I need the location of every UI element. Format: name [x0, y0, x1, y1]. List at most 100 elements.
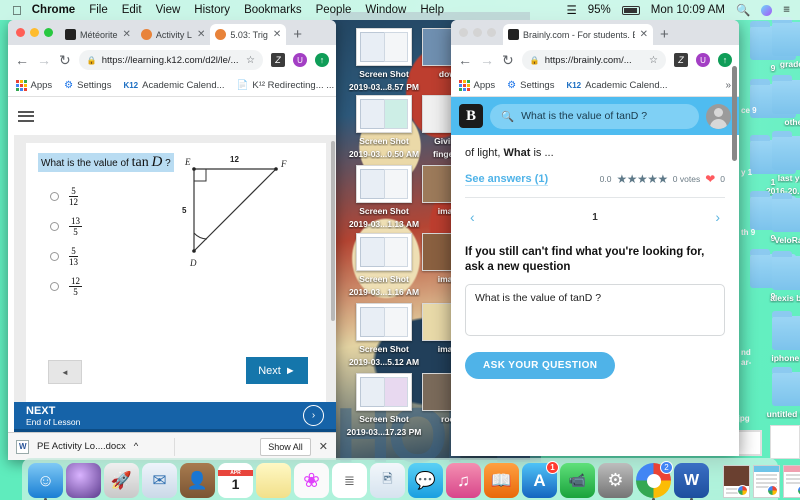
close-icon[interactable]: ✕ — [123, 29, 131, 40]
extension-icon[interactable]: Z — [271, 53, 285, 67]
minimized-window[interactable] — [723, 465, 750, 498]
close-window-button[interactable] — [16, 28, 25, 37]
close-icon[interactable]: ✕ — [640, 29, 648, 40]
system-preferences-icon[interactable]: ⚙ — [598, 463, 633, 498]
photos-icon[interactable]: ❀ — [294, 463, 329, 498]
desktop-folder[interactable]: grade 8 — [757, 17, 800, 69]
previous-button[interactable]: ◄ — [48, 360, 82, 384]
next-lesson-bar[interactable]: NEXT End of Lesson › — [14, 402, 336, 432]
desktop-folder[interactable]: other — [757, 75, 800, 127]
desktop-folder[interactable]: iphone pics — [757, 311, 800, 363]
minimized-window[interactable] — [753, 465, 780, 498]
bookmark-star-icon[interactable]: ☆ — [246, 55, 255, 66]
siri-icon[interactable] — [66, 463, 101, 498]
finder-icon[interactable]: ☺ — [28, 463, 63, 500]
star-rating-icon[interactable]: ★★★★★ — [617, 172, 669, 186]
tab-activity-log[interactable]: Activity L ✕ — [136, 24, 210, 45]
wifi-icon[interactable]: ☰ — [566, 3, 576, 17]
notification-center-icon[interactable]: ≡ — [783, 4, 790, 16]
desktop-icon-screenshot[interactable]: Screen Shot 2019-03...1.16 AM — [340, 233, 428, 297]
pagination-next-icon[interactable]: › — [715, 209, 720, 225]
radio-button[interactable] — [50, 252, 59, 261]
radio-button[interactable] — [50, 192, 59, 201]
notes-icon[interactable] — [256, 463, 291, 498]
ibooks-icon[interactable]: 📖 — [484, 463, 519, 498]
update-icon[interactable]: ↑ — [315, 53, 329, 67]
bookmark-academic-calendar[interactable]: K12 Academic Calend... — [566, 80, 667, 91]
menu-window[interactable]: Window — [365, 4, 406, 16]
desktop-folder[interactable]: last year 2016-20...ool y — [757, 131, 800, 196]
preview-icon[interactable]: 🖻 — [370, 463, 405, 498]
maximize-window-button[interactable] — [44, 28, 53, 37]
user-avatar-icon[interactable] — [706, 103, 731, 129]
bookmark-academic-calendar[interactable]: K12 Academic Calend... — [123, 80, 224, 91]
menubar-clock[interactable]: Mon 10:09 AM — [651, 4, 725, 16]
bookmark-settings[interactable]: ⚙ Settings — [64, 80, 111, 91]
bookmark-redirecting[interactable]: 📄 K¹² Redirecting... ... — [237, 80, 335, 91]
brainly-logo-icon[interactable]: B — [459, 104, 483, 128]
app-store-icon[interactable]: A 1 — [522, 461, 559, 498]
menu-people[interactable]: People — [316, 4, 352, 16]
profile-avatar[interactable]: U — [696, 53, 710, 67]
facetime-icon[interactable]: 📹 — [560, 463, 595, 498]
page-scrollbar[interactable] — [732, 66, 737, 161]
launchpad-icon[interactable]: 🚀 — [104, 463, 139, 498]
calendar-icon[interactable]: APR 1 — [218, 463, 253, 498]
brainly-search-input[interactable]: 🔍 What is the value of tanD ? — [490, 103, 699, 129]
desktop-icon-screenshot[interactable]: Screen Shot 2019-03...5.12 AM — [340, 303, 428, 367]
desktop-folder[interactable]: untitled folder — [757, 367, 800, 419]
hamburger-menu-icon[interactable] — [18, 108, 34, 124]
tab-brainly[interactable]: Brainly.com - For students. By ✕ — [503, 24, 653, 45]
ask-question-textarea[interactable] — [465, 284, 725, 336]
profile-avatar[interactable]: U — [293, 53, 307, 67]
see-answers-link[interactable]: See answers (1) — [465, 173, 549, 186]
desktop-icon-document[interactable] — [770, 425, 800, 459]
radio-button[interactable] — [50, 222, 59, 231]
bookmark-apps[interactable]: Apps — [459, 80, 495, 91]
menu-file[interactable]: File — [89, 4, 108, 16]
update-icon[interactable]: ↑ — [718, 53, 732, 67]
address-bar[interactable]: 🔒 https://learning.k12.com/d2l/le/... ☆ — [78, 50, 263, 70]
window-controls[interactable] — [457, 20, 503, 45]
next-button[interactable]: Next ► — [246, 357, 308, 384]
battery-icon[interactable] — [621, 5, 640, 15]
mail-icon[interactable]: ✉ — [142, 463, 177, 498]
reload-icon[interactable]: ↻ — [502, 52, 514, 69]
messages-icon[interactable]: 💬 — [408, 463, 443, 498]
extension-icon[interactable]: Z — [674, 53, 688, 67]
desktop-icon-screenshot[interactable]: Screen Shot 2019-03...17.23 PM — [340, 373, 428, 437]
tab-trig[interactable]: 5.03: Trig ✕ — [210, 24, 287, 45]
minimize-window-button[interactable] — [30, 28, 39, 37]
ask-your-question-button[interactable]: ASK YOUR QUESTION — [465, 352, 616, 379]
word-icon[interactable]: W — [674, 463, 709, 500]
pagination-prev-icon[interactable]: ‹ — [470, 209, 475, 225]
siri-icon[interactable] — [761, 4, 773, 16]
close-icon[interactable]: ✕ — [273, 29, 281, 40]
menu-help[interactable]: Help — [420, 4, 444, 16]
menu-edit[interactable]: Edit — [122, 4, 142, 16]
maximize-window-button[interactable] — [487, 28, 496, 37]
bookmark-settings[interactable]: ⚙ Settings — [507, 80, 554, 91]
close-icon[interactable]: ✕ — [197, 29, 205, 40]
minimized-window[interactable] — [783, 465, 800, 498]
new-tab-button[interactable]: + — [286, 26, 309, 45]
contacts-icon[interactable]: 👤 — [180, 463, 215, 498]
heart-icon[interactable]: ❤ — [705, 172, 715, 186]
window-controls[interactable] — [14, 20, 60, 45]
itunes-icon[interactable]: ♫ — [446, 463, 481, 498]
page-scrollbar[interactable] — [331, 141, 335, 321]
bookmark-apps[interactable]: Apps — [16, 80, 52, 91]
tab-meteorite[interactable]: Météorite ✕ — [60, 24, 136, 45]
menu-bookmarks[interactable]: Bookmarks — [244, 4, 302, 16]
new-tab-button[interactable]: + — [653, 26, 676, 45]
bookmark-star-icon[interactable]: ☆ — [649, 55, 658, 66]
pagination-current-page[interactable]: 1 — [592, 212, 598, 223]
desktop-icon-screenshot[interactable]: Screen Shot 2019-03...0.50 AM — [340, 95, 428, 159]
spotlight-search-icon[interactable]: 🔍 — [736, 3, 750, 17]
forward-icon[interactable]: → — [480, 52, 494, 68]
desktop-icon-screenshot[interactable]: Screen Shot 2019-03...1.13 AM — [340, 165, 428, 229]
desktop-icon-screenshot[interactable]: Screen Shot 2019-03...8.57 PM — [340, 28, 428, 92]
apple-icon[interactable]:  — [12, 3, 22, 18]
reload-icon[interactable]: ↻ — [59, 52, 71, 69]
close-download-bar-icon[interactable]: ✕ — [319, 440, 328, 453]
